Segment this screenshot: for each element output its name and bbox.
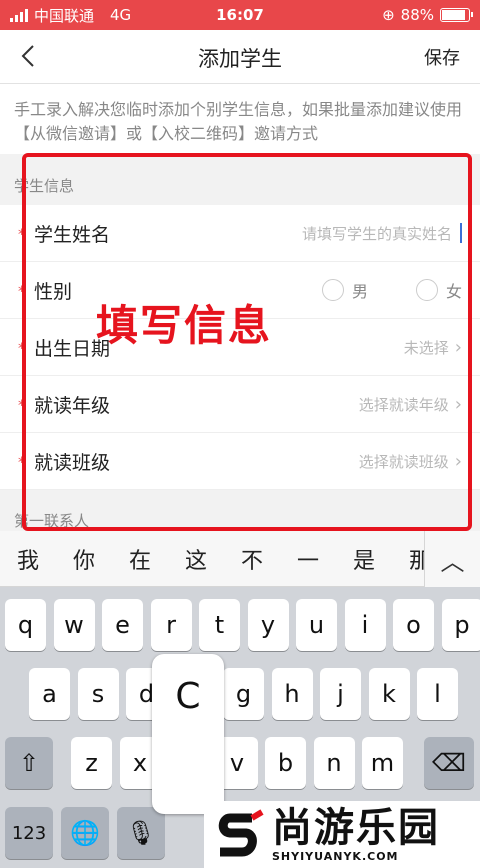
key-j[interactable]: j: [320, 668, 361, 720]
key-n[interactable]: n: [313, 737, 355, 789]
key-y[interactable]: y: [247, 599, 289, 651]
class-value: 选择就读班级: [358, 452, 449, 471]
candidate-word[interactable]: 我: [0, 543, 56, 575]
shift-icon: ⇧: [18, 749, 40, 777]
shift-key[interactable]: ⇧: [5, 737, 53, 789]
gender-female-radio[interactable]: 女: [415, 278, 462, 302]
chevron-right-icon: ›: [454, 393, 462, 415]
key-t[interactable]: t: [199, 599, 240, 651]
key-a[interactable]: a: [29, 668, 70, 720]
key-h[interactable]: h: [271, 668, 313, 720]
candidate-word[interactable]: 你: [56, 543, 112, 575]
key-q[interactable]: q: [5, 599, 46, 651]
network-type: 4G: [110, 6, 132, 24]
candidate-word[interactable]: 不: [224, 543, 280, 575]
watermark-name: 尚游乐园: [272, 805, 440, 851]
radio-circle-icon: [321, 279, 344, 301]
annotation-label: 填写信息: [96, 301, 273, 350]
key-i[interactable]: i: [344, 599, 386, 651]
watermark-logo-icon: [218, 808, 264, 856]
orientation-lock-icon: ⊕: [382, 6, 395, 24]
dictation-key[interactable]: 🎙: [117, 807, 165, 859]
candidate-word[interactable]: 在: [112, 543, 168, 575]
required-marker: *: [18, 341, 25, 357]
microphone-icon: 🎙: [125, 819, 157, 847]
required-marker: *: [18, 455, 25, 471]
battery-percent: 88%: [400, 6, 434, 24]
key-w[interactable]: w: [53, 599, 95, 651]
backspace-icon: ⌫: [432, 749, 466, 777]
key-g[interactable]: g: [223, 668, 264, 720]
grade-row[interactable]: * 就读年级 选择就读年级 ›: [0, 376, 480, 433]
section-title-contact: 第一联系人: [14, 512, 90, 530]
battery-icon: [440, 8, 473, 22]
expand-candidates-button[interactable]: ︿: [424, 531, 480, 587]
section-title-student: 学生信息: [14, 177, 75, 195]
page-title: 添加学生: [198, 47, 282, 71]
grade-value: 选择就读年级: [358, 395, 449, 414]
class-label: 就读班级: [34, 451, 111, 474]
key-b[interactable]: b: [265, 737, 306, 789]
language-key[interactable]: 🌐: [61, 807, 109, 859]
chevron-right-icon: ›: [454, 336, 462, 358]
key-o[interactable]: o: [393, 599, 434, 651]
key-p[interactable]: p: [441, 599, 480, 651]
birthday-value: 未选择: [403, 338, 449, 357]
candidate-word[interactable]: 这: [168, 543, 224, 575]
numbers-key[interactable]: 123: [5, 807, 53, 859]
candidate-word[interactable]: 一: [280, 543, 336, 575]
chevron-right-icon: ›: [454, 450, 462, 472]
candidate-word[interactable]: 是: [336, 543, 392, 575]
required-marker: *: [18, 284, 25, 300]
name-input[interactable]: 请填写学生的真实姓名: [302, 223, 462, 244]
watermark: 尚游乐园 SHYIYUANYK.COM: [204, 801, 480, 868]
key-z[interactable]: z: [71, 737, 112, 789]
watermark-domain: SHYIYUANYK.COM: [272, 850, 399, 863]
name-placeholder: 请填写学生的真实姓名: [301, 224, 452, 243]
grade-label: 就读年级: [34, 394, 111, 417]
gender-male-radio[interactable]: 男: [321, 278, 368, 302]
required-marker: *: [18, 227, 25, 243]
key-u[interactable]: u: [296, 599, 337, 651]
key-l[interactable]: l: [417, 668, 458, 720]
carrier-name: 中国联通: [34, 6, 95, 25]
key-preview-popup: C: [152, 654, 224, 814]
hint-text: 手工录入解决您临时添加个别学生信息，如果批量添加建议使用【从微信邀请】或【入校二…: [0, 84, 480, 154]
key-s[interactable]: s: [77, 668, 119, 720]
chevron-up-icon: ︿: [440, 547, 465, 576]
status-bar: 中国联通 4G 16:07 ⊕ 88%: [0, 0, 480, 30]
radio-circle-icon: [415, 279, 438, 301]
nav-bar: 添加学生 保存: [0, 30, 480, 84]
key-r[interactable]: r: [150, 599, 192, 651]
key-e[interactable]: e: [102, 599, 143, 651]
key-m[interactable]: m: [362, 737, 403, 789]
text-cursor: [460, 223, 462, 243]
key-k[interactable]: k: [368, 668, 410, 720]
globe-icon: 🌐: [70, 819, 100, 847]
signal-icon: [10, 8, 28, 22]
gender-female-label: 女: [445, 282, 462, 301]
gender-male-label: 男: [351, 282, 368, 301]
save-button[interactable]: 保存: [424, 44, 460, 70]
candidate-bar: 我 你 在 这 不 一 是 那 ︿: [0, 531, 480, 587]
name-row[interactable]: * 学生姓名 请填写学生的真实姓名: [0, 205, 480, 262]
class-row[interactable]: * 就读班级 选择就读班级 ›: [0, 433, 480, 490]
gender-label: 性别: [34, 280, 73, 303]
required-marker: *: [18, 398, 25, 414]
delete-key[interactable]: ⌫: [424, 737, 474, 789]
name-label: 学生姓名: [34, 223, 111, 246]
